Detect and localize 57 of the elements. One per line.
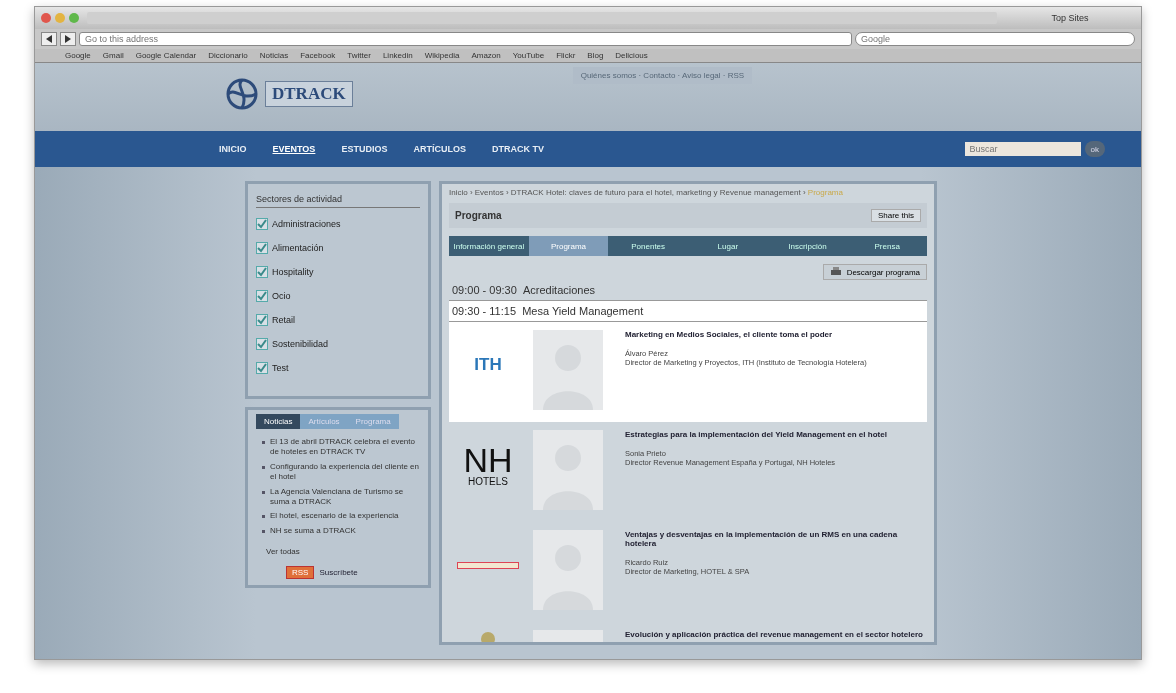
talk-title[interactable]: Evolución y aplicación práctica del revenue management en el sector hotelero [625,630,923,639]
bookmark-link[interactable]: Linkedin [382,51,413,60]
session-title: 09:30 - 11:15 Mesa Yield Management [449,301,927,322]
bookmark-link[interactable]: Google Calendar [135,51,197,60]
download-button[interactable]: Descargar programa [822,264,927,280]
browser-tab[interactable]: Top Sites [1005,13,1135,23]
sidebar-tab[interactable]: Noticias [256,414,301,429]
bookmark-link[interactable]: Noticias [259,51,289,60]
program-tab[interactable]: Inscripción [767,236,848,256]
search-button[interactable]: ok [1084,141,1105,157]
search-field[interactable]: Buscar [964,142,1081,156]
nav-link[interactable]: ESTUDIOS [341,144,388,154]
talk-title[interactable]: Estrategias para la implementación del Yield Management en el hotel [625,430,923,439]
bookmark-link[interactable]: Delicious [615,51,648,60]
more-link[interactable]: Ver todas [266,547,300,557]
share-button[interactable]: Share this [870,209,921,222]
bookmark-link[interactable]: Wikipedia [424,51,460,60]
sector-label[interactable]: Ocio [272,291,291,301]
nav-link[interactable]: INICIO [219,144,247,154]
program-tab[interactable]: Información general [449,236,529,256]
bookmark-link[interactable]: Google [65,51,91,60]
bookmark-link[interactable]: Gmail [102,51,124,60]
company-logo: NH HOTELS [463,443,513,487]
sector-label[interactable]: Test [272,363,289,373]
news-link[interactable]: El hotel, escenario de la experiencia [270,511,399,522]
program-tab[interactable]: Lugar [688,236,768,256]
bookmark-link[interactable]: Diccionario [208,51,248,60]
program-tab[interactable]: Ponentes [608,236,688,256]
sector-label[interactable]: Sostenibilidad [272,339,329,349]
bookmark-link[interactable]: Amazon [471,51,501,60]
talk-title[interactable]: Ventajas y desventajas en la implementación de un RMS en una cadena hotelera [625,530,923,548]
sector-label[interactable]: Alimentación [272,243,324,253]
subscribe-link[interactable]: Suscríbete [319,568,358,578]
sector-label[interactable]: Retail [272,315,295,325]
program-tab[interactable]: Prensa [847,236,928,256]
nav-link[interactable]: DTRACK TV [491,144,544,154]
bookmark-link[interactable]: Blog [587,51,604,60]
news-link[interactable]: Configurando la experiencia del cliente en el hotel [270,461,420,483]
panel-title: Sectores de actividad [256,194,420,208]
nav-link[interactable]: ARTÍCULOS [413,144,466,154]
news-link[interactable]: El 13 de abril DTRACK celebra el evento de hoteles en DTRACK TV [270,437,420,458]
sector-label[interactable]: Administraciones [272,219,341,229]
bookmark-link[interactable]: Facebook [300,51,336,60]
breadcrumb: Inicio › Eventos › DTRACK Hotel: claves de futuro para el hotel, marketing y Revenue management › Programa [449,188,844,197]
news-link[interactable]: La Agencia Valenciana de Turismo se suma a DTRACK [270,486,420,508]
nav-link[interactable]: EVENTOS [272,144,316,154]
talk-title[interactable]: Marketing en Medios Sociales, el cliente toma el poder [625,330,923,339]
site-logo[interactable]: DTRACK [265,81,353,107]
bookmark-link[interactable]: Twitter [347,51,371,60]
search-field[interactable]: Google [855,32,1135,46]
address-field[interactable]: Go to this address [79,32,852,46]
bookmark-link[interactable]: Flickr [556,51,576,60]
page-title: Programa [455,210,502,221]
sector-label[interactable]: Hospitality [272,267,314,277]
news-link[interactable]: NH se suma a DTRACK [270,525,356,537]
company-logo: ITH [474,355,502,375]
bookmark-link[interactable]: YouTube [512,51,545,60]
